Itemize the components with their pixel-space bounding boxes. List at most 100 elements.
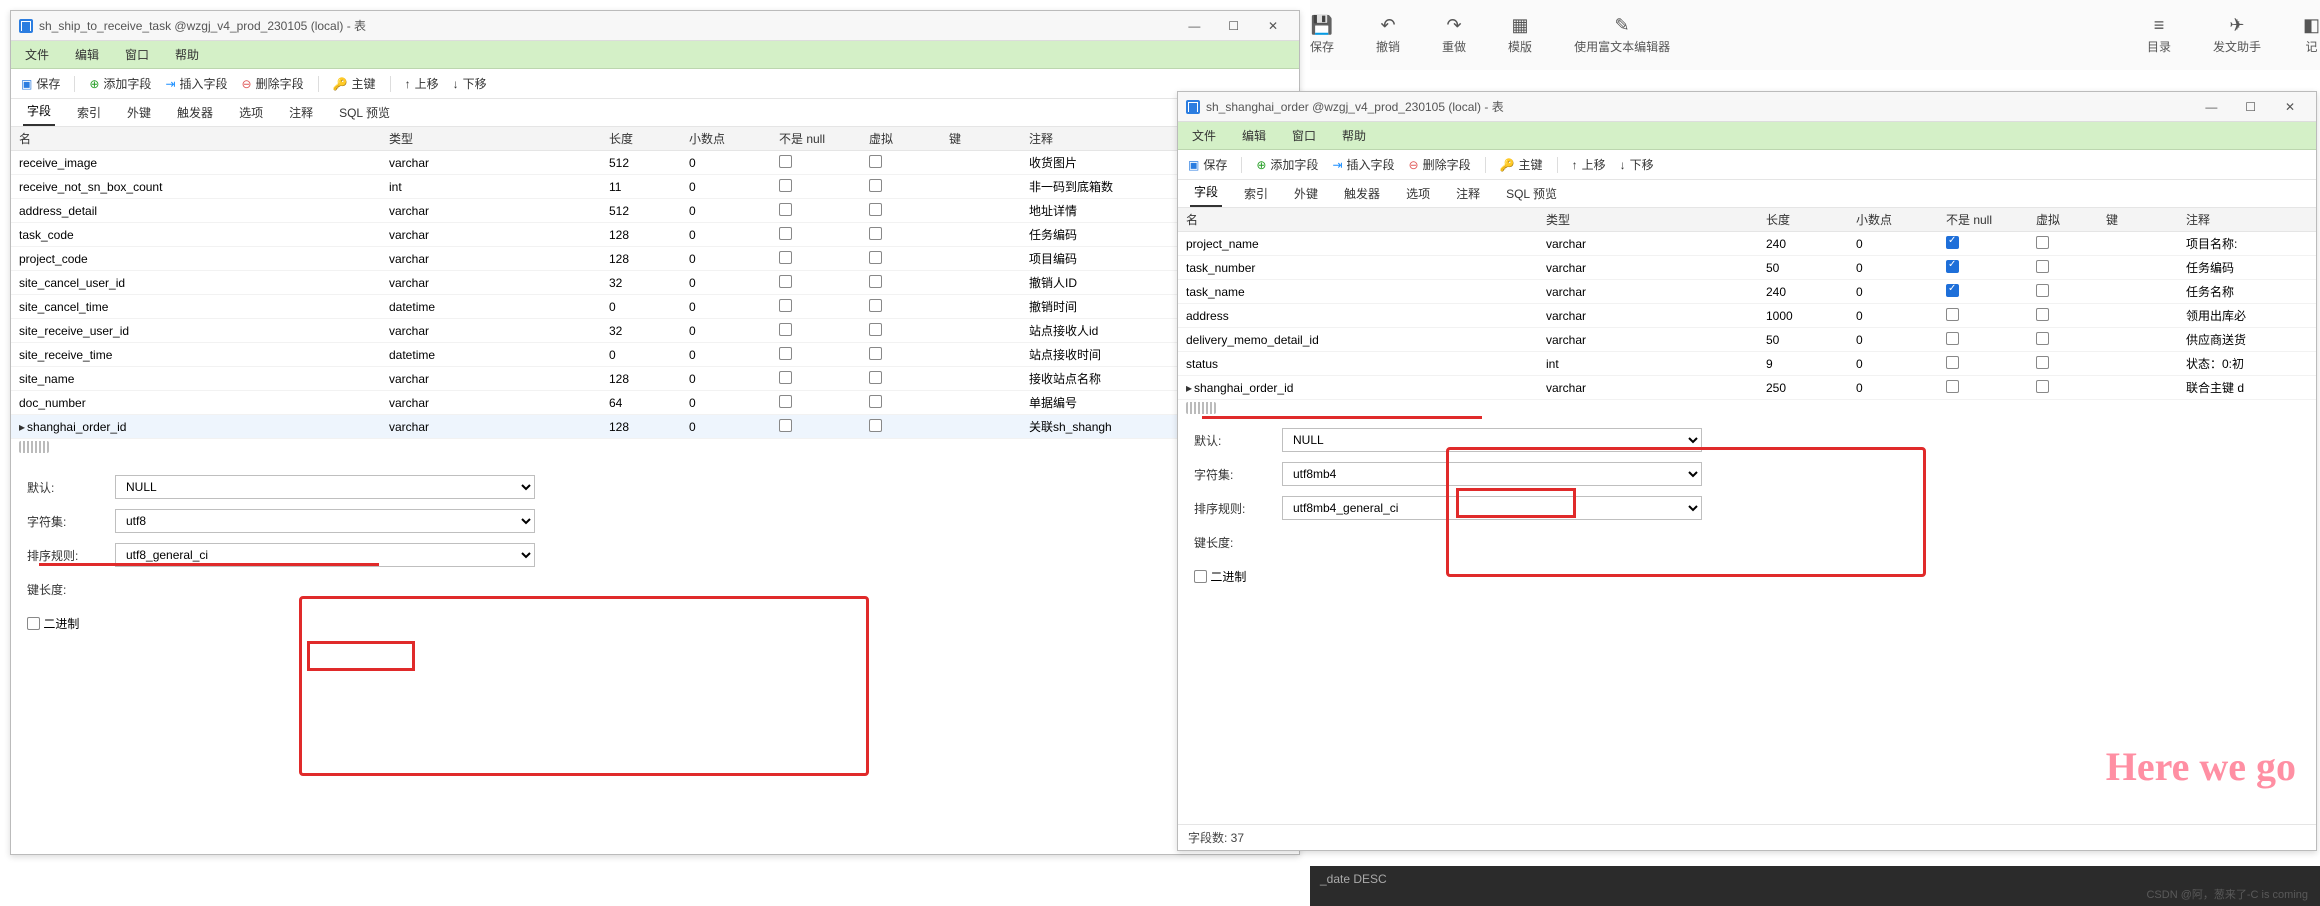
tab-option[interactable]: 选项 [235, 99, 267, 126]
table-row[interactable]: delivery_memo_detail_idvarchar500供应商送货 [1178, 328, 2316, 352]
close-button[interactable]: ✕ [2272, 100, 2308, 114]
delete-field-button[interactable]: ⊖删除字段 [1409, 156, 1471, 173]
tab-trigger[interactable]: 触发器 [173, 99, 217, 126]
table-row[interactable]: ▸shanghai_order_idvarchar2500联合主键 d [1178, 376, 2316, 400]
delete-field-button[interactable]: ⊖删除字段 [242, 75, 304, 92]
table-row[interactable]: task_codevarchar1280任务编码 [11, 223, 1299, 247]
move-down-button[interactable]: ↓ 下移 [453, 75, 487, 92]
menubar: 文件 编辑 窗口 帮助 [1178, 122, 2316, 150]
window-right: sh_shanghai_order @wzgj_v4_prod_230105 (… [1177, 91, 2317, 851]
table-row[interactable]: site_receive_user_idvarchar320站点接收人id [11, 319, 1299, 343]
tab-index[interactable]: 索引 [1240, 180, 1272, 207]
table-row[interactable]: project_codevarchar1280项目编码 [11, 247, 1299, 271]
add-row-strip[interactable] [1186, 402, 1216, 414]
binary-checkbox[interactable] [27, 617, 40, 630]
menu-file[interactable]: 文件 [25, 46, 49, 63]
tb-template[interactable]: ▦模版 [1508, 15, 1532, 55]
field-properties: 默认: NULL 字符集: utf8 排序规则: utf8_general_ci… [11, 463, 1299, 653]
tb-redo[interactable]: ↷重做 [1442, 15, 1466, 55]
tab-comment[interactable]: 注释 [285, 99, 317, 126]
tb-helper[interactable]: ✈发文助手 [2213, 15, 2261, 55]
tab-sql-preview[interactable]: SQL 预览 [335, 99, 394, 126]
tb-undo[interactable]: ↶撤销 [1376, 15, 1400, 55]
grid-header: 名类型长度小数点不是 null虚拟键注释 [1178, 208, 2316, 232]
tab-trigger[interactable]: 触发器 [1340, 180, 1384, 207]
toolbar: ▣保存 ⊕添加字段 ⇥插入字段 ⊖删除字段 🔑主键 ↑ 上移 ↓ 下移 [1178, 150, 2316, 180]
table-icon [19, 19, 33, 33]
table-row[interactable]: statusint90状态：0:初 [1178, 352, 2316, 376]
tb-note[interactable]: ◧记 [2303, 15, 2320, 55]
add-field-button[interactable]: ⊕添加字段 [1256, 156, 1318, 173]
tb-save[interactable]: 💾保存 [1310, 15, 1334, 55]
statusbar: 字段数: 37 [1178, 824, 2316, 850]
move-up-button[interactable]: ↑ 上移 [1572, 156, 1606, 173]
prop-collation-label: 排序规则: [27, 547, 115, 564]
close-button[interactable]: ✕ [1255, 19, 1291, 33]
menu-window[interactable]: 窗口 [1292, 127, 1316, 144]
collation-select[interactable]: utf8mb4_general_ci [1282, 496, 1702, 520]
tab-sql-preview[interactable]: SQL 预览 [1502, 180, 1561, 207]
table-row[interactable]: addressvarchar10000领用出库必 [1178, 304, 2316, 328]
move-down-button[interactable]: ↓ 下移 [1620, 156, 1654, 173]
table-row[interactable]: site_namevarchar1280接收站点名称 [11, 367, 1299, 391]
prop-charset-label: 字符集: [27, 513, 115, 530]
insert-field-button[interactable]: ⇥插入字段 [165, 75, 227, 92]
titlebar-right[interactable]: sh_shanghai_order @wzgj_v4_prod_230105 (… [1178, 92, 2316, 122]
table-row[interactable]: task_numbervarchar500任务编码 [1178, 256, 2316, 280]
tab-index[interactable]: 索引 [73, 99, 105, 126]
primary-key-button[interactable]: 🔑主键 [1500, 156, 1543, 173]
prop-default-label: 默认: [1194, 432, 1282, 449]
table-row[interactable]: receive_not_sn_box_countint110非一码到底箱数 [11, 175, 1299, 199]
add-field-button[interactable]: ⊕添加字段 [89, 75, 151, 92]
tab-field[interactable]: 字段 [23, 97, 55, 126]
tb-richtext[interactable]: ✎使用富文本编辑器 [1574, 15, 1670, 55]
table-row[interactable]: task_namevarchar2400任务名称 [1178, 280, 2316, 304]
charset-select[interactable]: utf8mb4 [1282, 462, 1702, 486]
window-title: sh_shanghai_order @wzgj_v4_prod_230105 (… [1206, 98, 1504, 115]
table-row[interactable]: project_namevarchar2400项目名称: [1178, 232, 2316, 256]
minimize-button[interactable]: — [1176, 19, 1212, 33]
charset-select[interactable]: utf8 [115, 509, 535, 533]
maximize-button[interactable]: ☐ [1216, 19, 1252, 33]
table-row[interactable]: site_cancel_timedatetime00撤销时间 [11, 295, 1299, 319]
menu-edit[interactable]: 编辑 [1242, 127, 1266, 144]
table-row[interactable]: receive_imagevarchar5120收货图片 [11, 151, 1299, 175]
table-row[interactable]: address_detailvarchar5120地址详情 [11, 199, 1299, 223]
primary-key-button[interactable]: 🔑主键 [333, 75, 376, 92]
move-up-button[interactable]: ↑ 上移 [405, 75, 439, 92]
grid-body[interactable]: project_namevarchar2400项目名称:task_numberv… [1178, 232, 2316, 400]
binary-checkbox[interactable] [1194, 570, 1207, 583]
maximize-button[interactable]: ☐ [2233, 100, 2269, 114]
tab-comment[interactable]: 注释 [1452, 180, 1484, 207]
default-select[interactable]: NULL [115, 475, 535, 499]
grid-header: 名类型长度小数点不是 null虚拟键注释 [11, 127, 1299, 151]
tab-fk[interactable]: 外键 [123, 99, 155, 126]
watermark: Here we go [2106, 743, 2296, 790]
tab-option[interactable]: 选项 [1402, 180, 1434, 207]
tab-fk[interactable]: 外键 [1290, 180, 1322, 207]
tb-toc[interactable]: ≡目录 [2147, 15, 2171, 55]
tabs: 字段 索引 外键 触发器 选项 注释 SQL 预览 [11, 99, 1299, 127]
save-button[interactable]: ▣保存 [21, 75, 60, 92]
minimize-button[interactable]: — [2193, 100, 2229, 114]
insert-field-button[interactable]: ⇥插入字段 [1332, 156, 1394, 173]
tab-field[interactable]: 字段 [1190, 178, 1222, 207]
table-row[interactable]: site_receive_timedatetime00站点接收时间 [11, 343, 1299, 367]
menu-help[interactable]: 帮助 [175, 46, 199, 63]
menu-help[interactable]: 帮助 [1342, 127, 1366, 144]
binary-label: 二进制 [43, 615, 79, 632]
prop-collation-label: 排序规则: [1194, 500, 1282, 517]
binary-label: 二进制 [1210, 568, 1246, 585]
table-row[interactable]: site_cancel_user_idvarchar320撤销人ID [11, 271, 1299, 295]
grid-body[interactable]: receive_imagevarchar5120收货图片receive_not_… [11, 151, 1299, 439]
menu-edit[interactable]: 编辑 [75, 46, 99, 63]
save-button[interactable]: ▣保存 [1188, 156, 1227, 173]
tabs: 字段 索引 外键 触发器 选项 注释 SQL 预览 [1178, 180, 2316, 208]
add-row-strip[interactable] [19, 441, 49, 453]
menu-window[interactable]: 窗口 [125, 46, 149, 63]
menu-file[interactable]: 文件 [1192, 127, 1216, 144]
table-row[interactable]: ▸shanghai_order_idvarchar1280关联sh_shangh [11, 415, 1299, 439]
titlebar-left[interactable]: sh_ship_to_receive_task @wzgj_v4_prod_23… [11, 11, 1299, 41]
default-select[interactable]: NULL [1282, 428, 1702, 452]
table-row[interactable]: doc_numbervarchar640单据编号 [11, 391, 1299, 415]
